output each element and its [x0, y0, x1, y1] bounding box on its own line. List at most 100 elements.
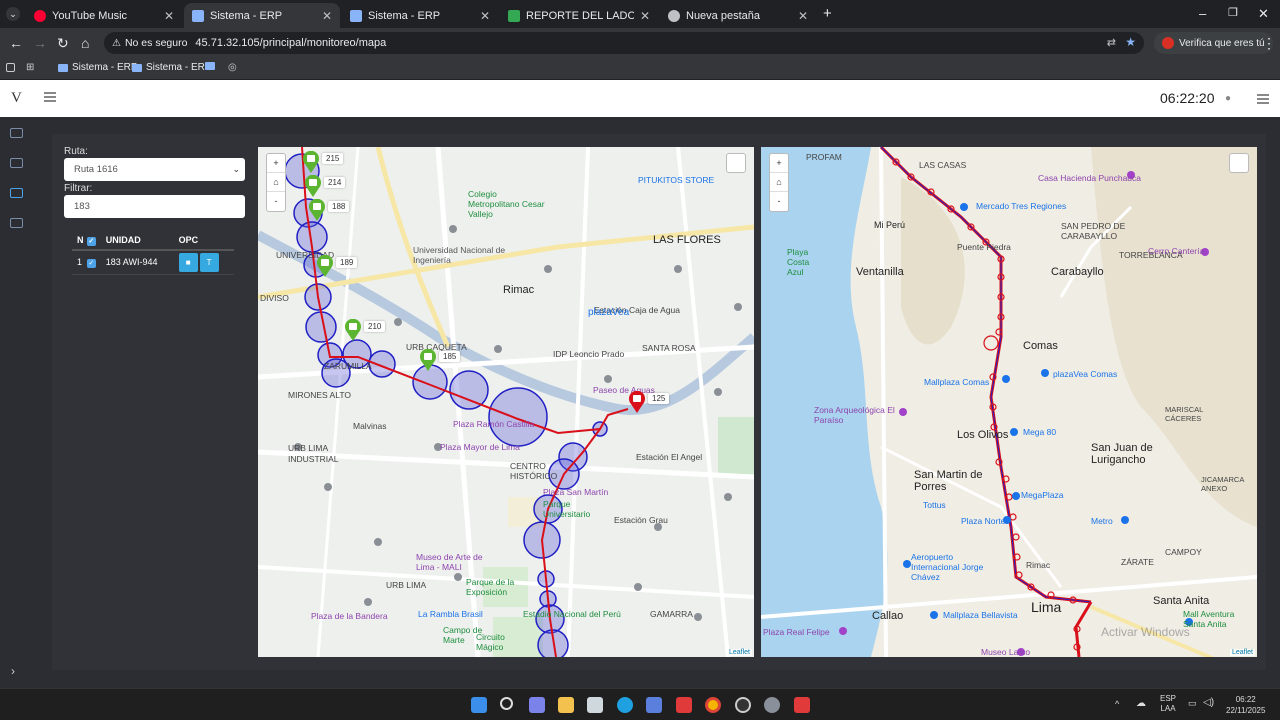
star-icon[interactable]: ★ — [1125, 35, 1136, 49]
network-icon[interactable]: ▭ — [1188, 698, 1197, 709]
security-chip[interactable]: ⚠ No es seguro — [112, 37, 187, 49]
address-bar[interactable]: ⚠ No es seguro 45.71.32.105/principal/mo… — [104, 32, 1144, 54]
zoom-out-button[interactable]: - — [267, 192, 285, 211]
volume-icon[interactable]: ◁) — [1203, 697, 1214, 708]
bus-marker-icon[interactable] — [628, 391, 646, 413]
tab-search-icon[interactable]: ⌄ — [6, 7, 20, 21]
zoom-in-button[interactable]: + — [770, 154, 788, 173]
tab-nueva-pestana[interactable]: Nueva pestaña ✕ — [660, 3, 816, 28]
map-label: San Juan de Lurigancho — [1091, 442, 1153, 466]
bus-marker-icon[interactable] — [419, 349, 437, 371]
store-icon[interactable] — [587, 697, 603, 713]
app-icon-red-2[interactable] — [794, 697, 810, 713]
layers-button[interactable] — [1229, 153, 1249, 173]
back-icon[interactable]: ← — [9, 35, 23, 51]
forward-icon[interactable]: → — [33, 35, 47, 51]
verify-profile-chip[interactable]: Verifica que eres tú — [1154, 32, 1273, 54]
start-icon[interactable] — [471, 697, 487, 713]
map-label: URB LIMA — [386, 580, 427, 590]
map-label: Tottus — [923, 500, 946, 510]
tab-sistema-erp[interactable]: Sistema - ERP ✕ — [342, 3, 498, 28]
cloud-icon[interactable]: ☁ — [1136, 698, 1146, 709]
expand-chevron-icon[interactable]: › — [11, 664, 15, 678]
translate-icon[interactable]: ⇄ — [1107, 36, 1116, 49]
overview-map-canvas — [761, 147, 1257, 657]
file-explorer-icon[interactable] — [558, 697, 574, 713]
bookmark-sistema-erp-2[interactable]: Sistema - ERP — [132, 62, 212, 73]
home-icon[interactable]: ⌂ — [267, 173, 285, 192]
browser-tab-strip: ⌄ YouTube Music ✕ Sistema - ERP ✕ Sistem… — [0, 0, 1280, 28]
apps-icon[interactable]: ⊞ — [26, 62, 34, 73]
close-window-icon[interactable]: ✕ — [1258, 6, 1269, 22]
header-clock: 06:22:20 — [1160, 90, 1215, 106]
module-icon-monitoreo[interactable] — [10, 188, 23, 198]
bookmark-sistema-erp-1[interactable]: Sistema - ERP — [58, 62, 138, 73]
vehicle-number-label: 214 — [324, 177, 346, 188]
leaflet-attribution[interactable]: Leaflet — [726, 649, 752, 656]
track-bus-button[interactable]: ■ — [178, 252, 198, 272]
overview-map[interactable]: PROFAM LAS CASAS Casa Hacienda Punchauca… — [761, 147, 1257, 657]
menu-toggle-icon[interactable] — [44, 92, 56, 102]
tab-youtube-music[interactable]: YouTube Music ✕ — [26, 3, 182, 28]
layers-button[interactable] — [726, 153, 746, 173]
taskbar-clock[interactable]: 06:22 22/11/2025 — [1226, 694, 1265, 716]
more-icon[interactable]: ⋮ — [1262, 35, 1276, 51]
map-label: Santa Anita — [1153, 595, 1210, 607]
user-icon[interactable]: ● — [1225, 93, 1231, 104]
minimize-icon[interactable]: – — [1199, 6, 1206, 21]
tab-reporte[interactable]: REPORTE DEL LADO A VIPUSA ✕ — [500, 3, 658, 28]
bus-marker-icon[interactable] — [308, 199, 326, 221]
module-icon-1[interactable] — [10, 128, 23, 138]
reload-icon[interactable]: ↻ — [57, 35, 69, 51]
bus-marker-icon[interactable] — [304, 175, 322, 197]
select-all-checkbox[interactable]: ✓ — [86, 231, 101, 251]
chrome-icon[interactable] — [705, 697, 721, 713]
app-icon-round[interactable] — [735, 697, 751, 713]
settings-icon[interactable] — [764, 697, 780, 713]
tab-sistema-erp-active[interactable]: Sistema - ERP ✕ — [184, 3, 340, 28]
home-icon[interactable]: ⌂ — [81, 35, 89, 51]
tab-groups-icon[interactable] — [6, 63, 15, 72]
bus-marker-icon[interactable] — [344, 319, 362, 341]
bookmark-globe-icon[interactable]: ◎ — [228, 62, 237, 73]
leaflet-attribution[interactable]: Leaflet — [1229, 649, 1255, 656]
map-label: Puente Piedra — [957, 242, 1011, 252]
close-icon[interactable]: ✕ — [640, 9, 650, 23]
map-label: GAMARRA — [650, 609, 693, 619]
chevron-down-icon: ⌄ — [232, 164, 240, 174]
detail-map[interactable]: PITUKITOS STORE Colegio Metropolitano Ce… — [258, 147, 754, 657]
new-tab-icon[interactable]: + — [823, 5, 832, 22]
filter-input[interactable] — [64, 195, 245, 218]
map-label: Mega 80 — [1023, 427, 1057, 437]
t-button[interactable]: T — [199, 252, 219, 272]
close-icon[interactable]: ✕ — [322, 9, 332, 23]
options-menu-icon[interactable] — [1257, 94, 1269, 104]
app-icon-red[interactable] — [676, 697, 692, 713]
close-icon[interactable]: ✕ — [164, 9, 174, 23]
restore-icon[interactable]: ❐ — [1228, 6, 1238, 19]
map-label: Aeropuerto Internacional Jorge Chávez — [911, 552, 984, 582]
map-label: Mallplaza Comas — [924, 377, 990, 387]
lang-layout: LAA — [1160, 704, 1176, 713]
copilot-icon[interactable] — [646, 697, 662, 713]
chevron-up-icon[interactable]: ^ — [1115, 699, 1119, 709]
zoom-in-button[interactable]: + — [267, 154, 285, 173]
bus-marker-icon[interactable] — [302, 151, 320, 173]
zoom-control: + ⌂ - — [769, 153, 789, 212]
home-icon[interactable]: ⌂ — [770, 173, 788, 192]
bookmark-erp-3[interactable] — [205, 62, 215, 70]
language-indicator[interactable]: ESP LAA — [1160, 694, 1176, 714]
route-select[interactable]: Ruta 1616 ⌄ — [64, 158, 245, 181]
module-icon-4[interactable] — [10, 218, 23, 228]
edge-icon[interactable] — [617, 697, 633, 713]
module-icon-2[interactable] — [10, 158, 23, 168]
map-label: Casa Hacienda Punchauca — [1038, 173, 1142, 183]
map-label: Plaza Ramón Castilla — [453, 419, 535, 429]
teams-icon[interactable] — [529, 697, 545, 713]
row-checkbox[interactable]: ✓ — [86, 250, 101, 275]
bus-marker-icon[interactable] — [316, 255, 334, 277]
close-icon[interactable]: ✕ — [798, 9, 808, 23]
zoom-out-button[interactable]: - — [770, 192, 788, 211]
close-icon[interactable]: ✕ — [480, 9, 490, 23]
search-icon[interactable] — [500, 697, 513, 710]
